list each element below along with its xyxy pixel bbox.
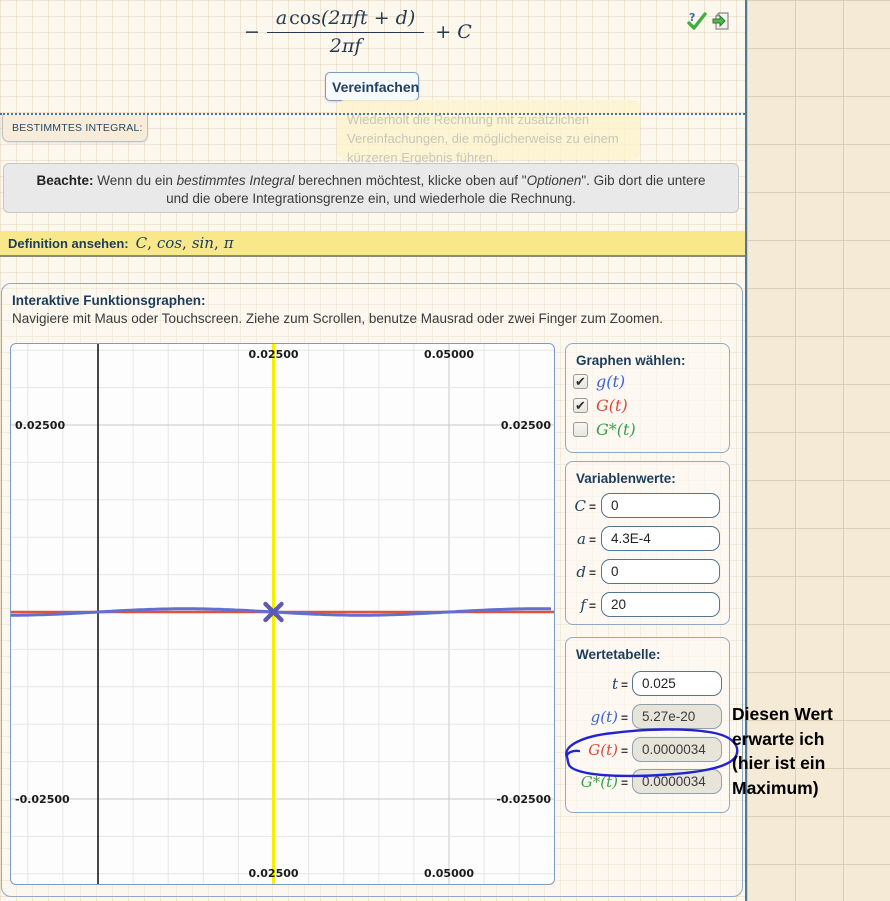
note-box: Beachte: Wenn du ein bestimmtes Integral… — [3, 163, 739, 213]
user-annotation: Diesen Wert erwarte ich (hier ist ein Ma… — [732, 702, 890, 800]
svg-text:0.05000: 0.05000 — [424, 348, 474, 361]
svg-text:-0.02500: -0.02500 — [496, 793, 551, 806]
var-label-a: a= — [552, 530, 596, 548]
definition-link-pi[interactable]: π — [224, 234, 234, 252]
svg-text:0.02500: 0.02500 — [248, 348, 298, 361]
var-label-C: C= — [552, 497, 596, 515]
checkmark-icon: ✔ — [575, 375, 586, 388]
table-output-g — [632, 704, 722, 729]
checkbox-label-Gstar: G*(t) — [596, 420, 636, 439]
svg-text:-0.02500: -0.02500 — [15, 793, 70, 806]
check-solution-icon[interactable]: ? — [686, 10, 708, 32]
checkmark-icon: ✔ — [575, 399, 586, 412]
table-label-G: G(t)= — [552, 741, 628, 759]
checkbox-row-Gstar[interactable]: G*(t) — [573, 420, 636, 438]
plot-canvas[interactable]: 0.02500 0.02500 0.05000 0.05000 0.02500 0.025… — [11, 344, 554, 884]
open-in-new-icon[interactable] — [711, 10, 733, 32]
var-label-d: d= — [552, 563, 596, 581]
table-output-G — [632, 737, 722, 762]
definition-link-cos[interactable]: cos — [157, 234, 182, 252]
var-input-a[interactable] — [601, 526, 720, 551]
checkbox-label-g: g(t) — [596, 372, 625, 391]
checkbox-row-G[interactable]: ✔ G(t) — [573, 396, 628, 414]
svg-text:0.02500: 0.02500 — [15, 419, 65, 432]
definition-label: Definition ansehen: — [8, 236, 129, 251]
table-input-t[interactable] — [632, 671, 722, 696]
value-table-title: Wertetabelle: — [576, 647, 729, 662]
formula-constant: + C — [435, 21, 472, 43]
checkbox-Gstar[interactable] — [573, 422, 588, 437]
var-input-d[interactable] — [601, 559, 720, 584]
tooltip-line: Vereinfachungen, die möglicherweise zu e… — [347, 129, 640, 148]
var-input-f[interactable] — [601, 592, 720, 617]
formula-numerator: a cos(2πft + d) — [267, 7, 424, 33]
definition-link-C[interactable]: C — [136, 234, 147, 252]
graph-select-title: Graphen wählen: — [576, 353, 729, 368]
checkbox-label-G: G(t) — [596, 396, 628, 415]
table-label-t: t= — [552, 675, 628, 693]
graph-panel-subtitle: Navigiere mit Maus oder Touchscreen. Zie… — [12, 311, 663, 326]
table-label-g: g(t)= — [552, 708, 628, 726]
svg-text:0.02500: 0.02500 — [248, 867, 298, 880]
result-formula: − a cos(2πft + d) 2πf + C — [244, 2, 472, 62]
formula-fraction: a cos(2πft + d) 2πf — [267, 7, 424, 57]
checkbox-G[interactable]: ✔ — [573, 398, 588, 413]
variables-title: Variablenwerte: — [576, 471, 729, 486]
var-label-f: f= — [552, 596, 596, 614]
fading-tooltip: Wiederholt die Rechnung mit zusätzlichen… — [337, 100, 640, 160]
tooltip-line: kürzeren Ergebnis führen. — [347, 148, 640, 167]
checkbox-g[interactable]: ✔ — [573, 374, 588, 389]
svg-text:0.05000: 0.05000 — [424, 867, 474, 880]
function-plot[interactable]: 0.02500 0.02500 0.05000 0.05000 0.02500 0.025… — [10, 343, 555, 885]
formula-denominator: 2πf — [330, 33, 362, 57]
result-toolbar: ? — [686, 10, 733, 32]
checkbox-row-g[interactable]: ✔ g(t) — [573, 372, 625, 390]
tab-bestimmtes-integral[interactable]: BESTIMMTES INTEGRAL: — [2, 115, 148, 142]
simplify-button[interactable]: Vereinfachen — [325, 72, 419, 101]
table-label-Gstar: G*(t)= — [552, 773, 628, 791]
section-divider — [0, 113, 745, 115]
graph-panel-title: Interaktive Funktionsgraphen: — [12, 293, 206, 308]
formula-minus: − — [244, 21, 260, 43]
definition-link-sin[interactable]: sin — [192, 234, 214, 252]
page-root: − a cos(2πft + d) 2πf + C Vereinfachen ?… — [0, 0, 890, 901]
table-output-Gstar — [632, 769, 722, 794]
var-input-C[interactable] — [601, 493, 720, 518]
svg-text:0.02500: 0.02500 — [501, 419, 551, 432]
definition-bar: Definition ansehen: C, cos, sin, π — [0, 231, 745, 257]
